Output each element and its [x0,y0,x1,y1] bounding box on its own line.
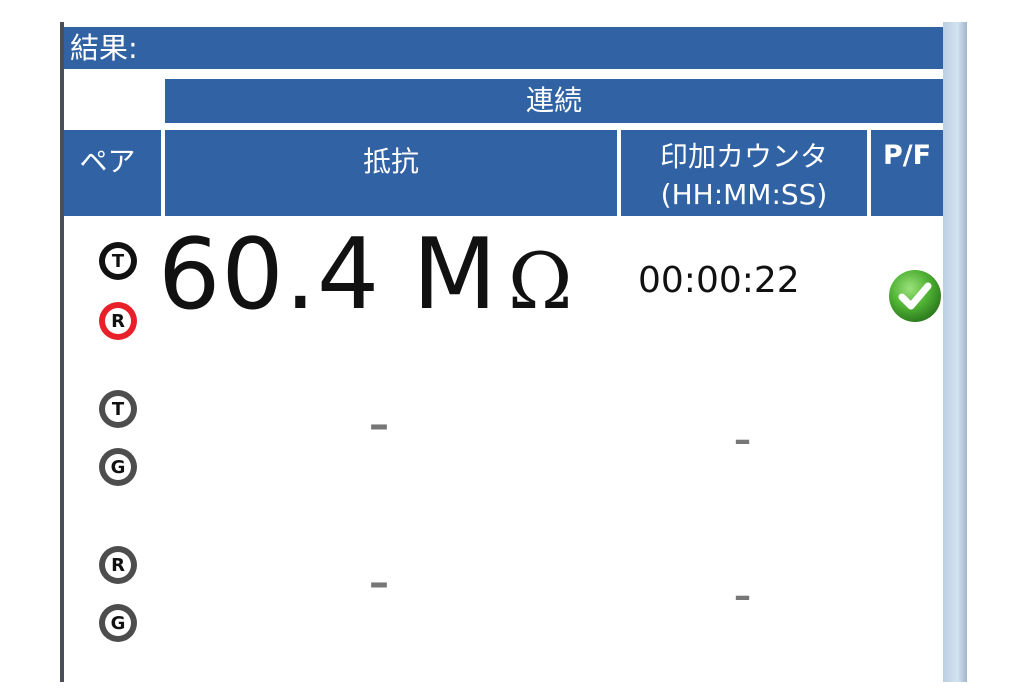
pair-badge-t-label: T [105,396,131,422]
resistance-number: 60.4 M [158,218,498,332]
results-header: 結果: [64,27,943,69]
column-header-pair: ペア [64,130,161,216]
resistance-unit: Ω [507,237,574,327]
continuity-group-header: 連続 [165,79,943,123]
table-row-tr[interactable]: T R 60.4 MΩ 00:00:22 [64,218,943,360]
results-panel: 結果: 連続 ペア 抵抗 印加カウンタ (HH:MM:SS) P/F T R 6… [64,22,943,682]
pair-badge-r-active: R [99,302,137,340]
pair-badge-g: G [99,604,137,642]
resistance-empty: – [369,560,389,606]
resistance-empty: – [369,402,389,448]
pair-badge-g: G [99,448,137,486]
pair-badge-t-label: T [105,248,131,274]
column-header-counter-title: 印加カウンタ [659,140,828,173]
pair-badge-r: R [99,546,137,584]
pair-badge-r-label: R [105,552,131,578]
counter-value: 00:00:22 [638,260,800,301]
table-row-rg[interactable]: R G – – [64,540,943,670]
resistance-value: 60.4 MΩ [158,218,574,332]
column-header-counter: 印加カウンタ (HH:MM:SS) [621,130,867,216]
counter-empty: – [734,576,751,616]
column-header-counter-format: (HH:MM:SS) [660,178,828,211]
pair-badge-r-label: R [105,308,131,334]
counter-empty: – [734,420,751,460]
scrollbar-track[interactable] [943,22,967,682]
check-circle-icon [889,270,941,322]
pair-badge-g-label: G [105,610,131,636]
column-header-pass-fail: P/F [871,130,943,216]
pair-badge-t: T [99,242,137,280]
pair-badge-g-label: G [105,454,131,480]
table-row-tg[interactable]: T G – – [64,382,943,512]
pair-badge-t: T [99,390,137,428]
column-header-resistance: 抵抗 [165,130,617,216]
